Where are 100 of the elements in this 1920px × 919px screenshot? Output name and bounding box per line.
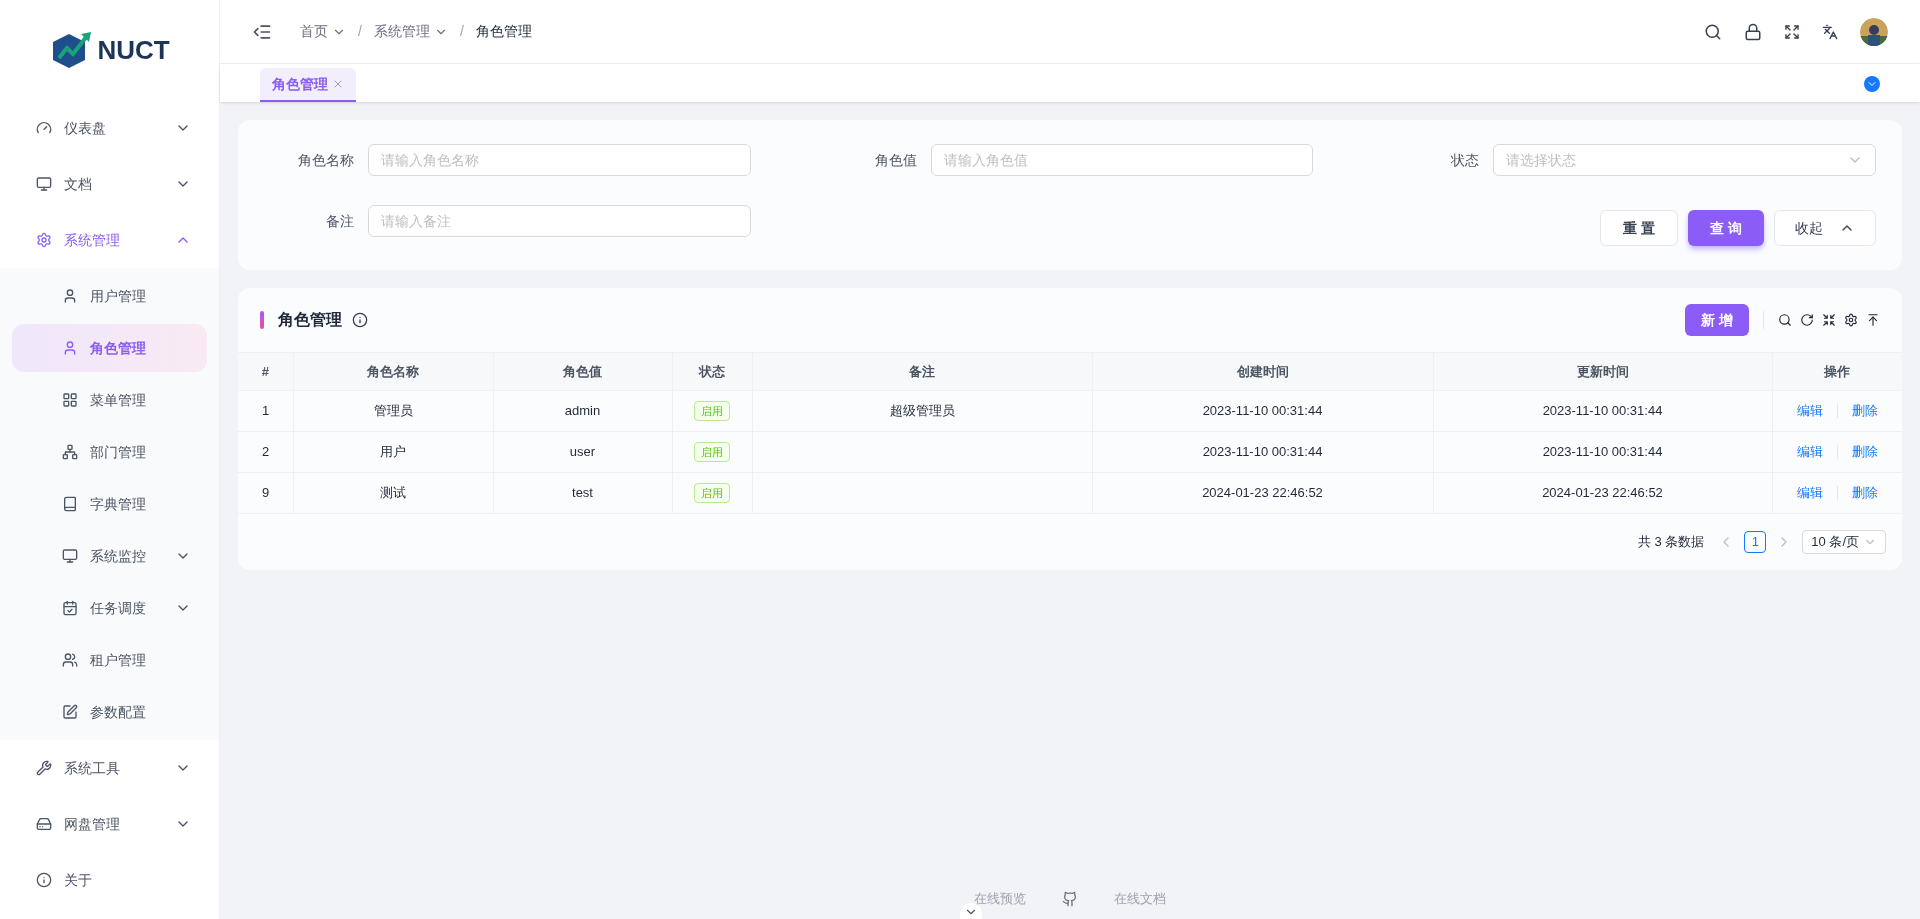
sidebar-item[interactable]: 系统工具 — [0, 740, 219, 796]
tabs-menu-button[interactable] — [1864, 76, 1880, 92]
table-cell: 2023-11-10 00:31:44 — [1433, 431, 1772, 473]
input-field[interactable]: 请输入角色名称 — [368, 144, 751, 176]
sidebar-label: 用户管理 — [90, 286, 146, 306]
table-cell: 2024-01-23 22:46:52 — [1092, 472, 1433, 514]
footer-toggle-button[interactable] — [960, 903, 982, 919]
sidebar-label: 文档 — [64, 174, 92, 194]
sidebar-label: 部门管理 — [90, 442, 146, 462]
table-cell: 管理员 — [293, 390, 493, 432]
status-tag: 启用 — [694, 482, 730, 504]
breadcrumb-separator: / — [459, 22, 464, 41]
settings-icon — [36, 232, 52, 248]
table-cell: 用户 — [293, 431, 493, 473]
page-size-select[interactable]: 10 条/页 — [1802, 530, 1886, 554]
table-cell: admin — [493, 390, 672, 432]
drive-icon — [36, 816, 52, 832]
book-icon — [62, 496, 78, 512]
logo-text: NUCT — [97, 33, 170, 67]
column-header: 角色名称 — [293, 352, 493, 391]
table-cell: 2023-11-10 00:31:44 — [1092, 390, 1433, 432]
edit-icon — [62, 704, 78, 720]
users-icon — [62, 652, 78, 668]
table-cell: 9 — [238, 472, 293, 514]
column-header: # — [238, 352, 293, 391]
reset-button[interactable]: 重 置 — [1600, 210, 1679, 246]
sidebar-item[interactable]: 网盘管理 — [0, 796, 219, 852]
field-label: 角色名称 — [297, 150, 355, 170]
sidebar-label: 租户管理 — [90, 650, 146, 670]
gauge-icon — [36, 120, 52, 136]
sidebar-item[interactable]: 关于 — [0, 852, 219, 908]
network-icon — [62, 444, 78, 460]
sidebar-label: 关于 — [64, 870, 92, 890]
sidebar-label: 菜单管理 — [90, 390, 146, 410]
delete-link[interactable]: 删除 — [1851, 483, 1878, 503]
sidebar-label: 系统监控 — [90, 546, 146, 566]
sidebar-label: 系统工具 — [64, 758, 120, 778]
status-tag: 启用 — [694, 441, 730, 463]
sidebar-subitem[interactable]: 租户管理 — [12, 636, 207, 684]
sidebar-subitem[interactable]: 字典管理 — [12, 480, 207, 528]
translate-icon[interactable] — [1822, 23, 1838, 40]
breadcrumb-item[interactable]: 系统管理 — [373, 21, 448, 42]
settings-icon[interactable] — [1844, 313, 1858, 327]
delete-link[interactable]: 删除 — [1851, 401, 1878, 421]
input-field[interactable]: 请输入备注 — [368, 205, 751, 237]
query-button[interactable]: 查 询 — [1688, 210, 1764, 246]
breadcrumb-separator: / — [358, 22, 362, 41]
field-label: 角色值 — [873, 150, 918, 170]
info-icon — [36, 872, 52, 888]
user-icon — [62, 340, 78, 356]
table-cell: test — [493, 472, 672, 514]
sidebar-subitem[interactable]: 菜单管理 — [12, 376, 207, 424]
sidebar-subitem[interactable]: 角色管理 — [12, 324, 207, 372]
column-height-icon[interactable] — [1866, 313, 1880, 327]
lock-icon[interactable] — [1744, 22, 1762, 41]
table-cell: 1 — [238, 390, 293, 432]
sidebar-label: 仪表盘 — [64, 118, 106, 138]
column-header: 操作 — [1772, 352, 1902, 391]
sidebar-subitem[interactable]: 参数配置 — [12, 688, 207, 736]
sidebar-item[interactable]: 系统管理 — [0, 212, 219, 268]
search-icon[interactable] — [1704, 22, 1722, 41]
info-icon[interactable] — [352, 312, 368, 328]
sidebar-label: 参数配置 — [90, 702, 146, 722]
total-count: 共 3 条数据 — [1637, 533, 1705, 552]
breadcrumb-item[interactable]: 角色管理 — [475, 21, 532, 42]
edit-link[interactable]: 编辑 — [1796, 401, 1823, 421]
table-cell: 测试 — [293, 472, 493, 514]
sidebar-item[interactable]: 仪表盘 — [0, 100, 219, 156]
refresh-icon[interactable] — [1800, 313, 1814, 327]
sidebar-subitem[interactable]: 系统监控 — [12, 532, 207, 580]
sidebar-subitem[interactable]: 用户管理 — [12, 272, 207, 320]
column-header: 状态 — [672, 352, 752, 391]
monitor-icon — [62, 548, 78, 564]
sidebar-subitem[interactable]: 任务调度 — [12, 584, 207, 632]
fullscreen-icon[interactable] — [1784, 23, 1800, 40]
monitor-icon — [36, 176, 52, 192]
edit-link[interactable]: 编辑 — [1796, 442, 1823, 462]
delete-link[interactable]: 删除 — [1851, 442, 1878, 462]
collapse-button[interactable]: 收起 — [1774, 210, 1876, 246]
sidebar-item[interactable]: 文档 — [0, 156, 219, 212]
edit-link[interactable]: 编辑 — [1796, 483, 1823, 503]
github-icon[interactable] — [1062, 891, 1078, 907]
page-tab[interactable]: 角色管理 — [260, 68, 356, 102]
field-label: 备注 — [325, 211, 355, 231]
sidebar-label: 角色管理 — [90, 338, 146, 358]
breadcrumb-item[interactable]: 首页 — [300, 21, 346, 42]
column-header: 备注 — [752, 352, 1092, 391]
sidebar-subitem[interactable]: 部门管理 — [12, 428, 207, 476]
table-cell: user — [493, 431, 672, 473]
field-label: 状态 — [1450, 150, 1481, 170]
resize-icon[interactable] — [1822, 313, 1836, 327]
add-button[interactable]: 新 增 — [1685, 304, 1749, 336]
column-header: 角色值 — [493, 352, 672, 391]
table-cell: 2023-11-10 00:31:44 — [1092, 431, 1433, 473]
input-field[interactable]: 请输入角色值 — [930, 144, 1314, 176]
search-icon[interactable] — [1778, 313, 1792, 327]
sidebar-label: 系统管理 — [64, 230, 120, 250]
column-header: 创建时间 — [1092, 352, 1433, 391]
table-cell: 2023-11-10 00:31:44 — [1433, 390, 1772, 432]
page-number[interactable]: 1 — [1744, 531, 1767, 553]
